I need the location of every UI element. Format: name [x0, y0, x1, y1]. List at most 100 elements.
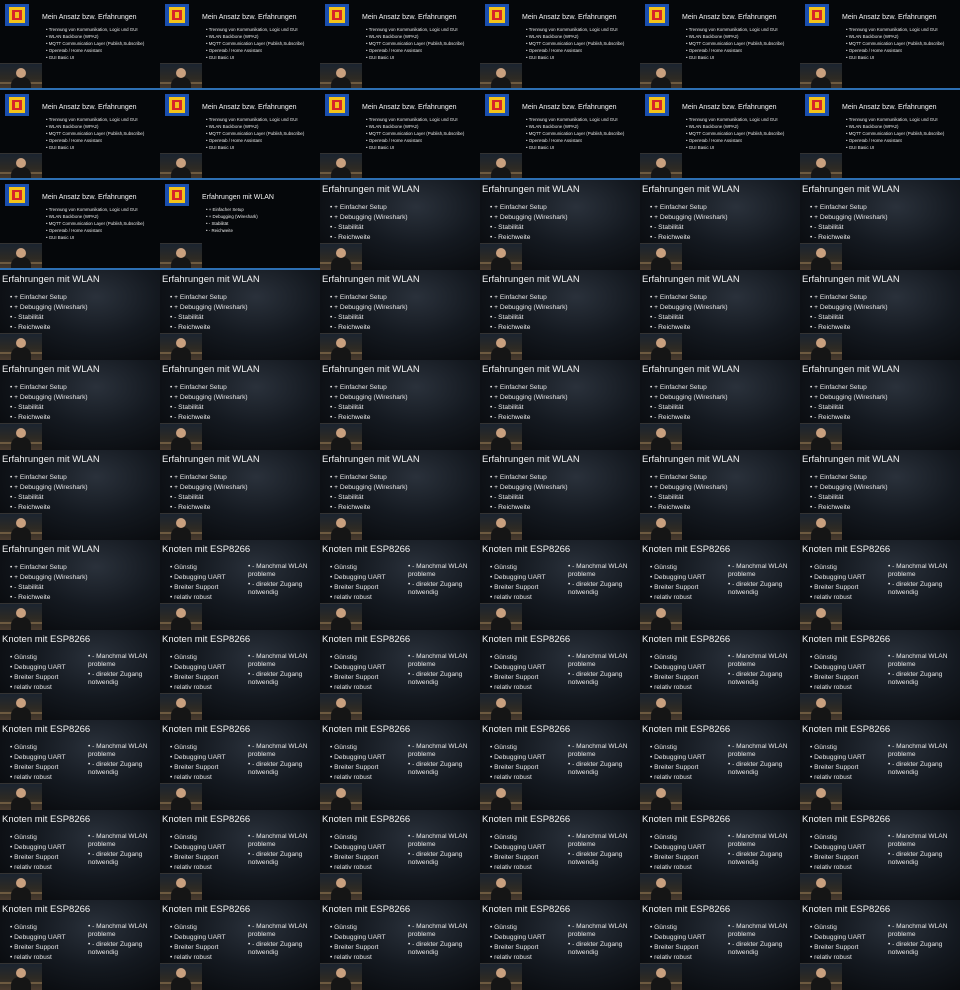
bullet-item: + Debugging (Wireshark) — [490, 213, 567, 223]
frame-thumbnail[interactable]: Knoten mit ESP8266 GünstigDebugging UARTB… — [640, 540, 800, 630]
frame-thumbnail[interactable]: Erfahrungen mit WLAN + Einfacher Setup+ D… — [800, 270, 960, 360]
bullet-item: - Stabilität — [10, 313, 88, 323]
frame-thumbnail[interactable]: Knoten mit ESP8266 GünstigDebugging UARTB… — [160, 630, 320, 720]
presenter-body — [331, 437, 351, 450]
frame-thumbnail[interactable]: Knoten mit ESP8266 GünstigDebugging UARTB… — [800, 720, 960, 810]
slide-title: Erfahrungen mit WLAN — [482, 454, 580, 465]
frame-thumbnail[interactable]: Knoten mit ESP8266 GünstigDebugging UARTB… — [160, 810, 320, 900]
slide-title: Knoten mit ESP8266 — [322, 634, 411, 645]
frame-thumbnail[interactable]: Erfahrungen mit WLAN + Einfacher Setup+ D… — [320, 180, 480, 270]
frame-thumbnail[interactable]: Erfahrungen mit WLAN + Einfacher Setup+ D… — [320, 450, 480, 540]
bullet-item: relativ robust — [170, 773, 226, 783]
frame-thumbnail[interactable]: Mein Ansatz bzw. Erfahrungen Trennung von… — [0, 0, 160, 90]
bullet-list-right: - Manchmal WLAN probleme - direkter Zugan… — [248, 743, 318, 779]
frame-thumbnail[interactable]: Erfahrungen mit WLAN + Einfacher Setup+ D… — [800, 450, 960, 540]
frame-thumbnail[interactable]: Knoten mit ESP8266 GünstigDebugging UARTB… — [480, 540, 640, 630]
frame-thumbnail[interactable]: Mein Ansatz bzw. Erfahrungen Trennung von… — [160, 0, 320, 90]
frame-thumbnail[interactable]: Erfahrungen mit WLAN + Einfacher Setup+ D… — [0, 360, 160, 450]
frame-thumbnail[interactable]: Knoten mit ESP8266 GünstigDebugging UARTB… — [320, 630, 480, 720]
frame-thumbnail[interactable]: Erfahrungen mit WLAN + Einfacher Setup+ D… — [480, 180, 640, 270]
frame-thumbnail[interactable]: Erfahrungen mit WLAN + Einfacher Setup+ D… — [0, 450, 160, 540]
frame-thumbnail[interactable]: Knoten mit ESP8266 GünstigDebugging UARTB… — [640, 810, 800, 900]
frame-thumbnail[interactable]: Erfahrungen mit WLAN + Einfacher Setup+ D… — [320, 360, 480, 450]
frame-thumbnail[interactable]: Erfahrungen mit WLAN + Einfacher Setup+ D… — [160, 270, 320, 360]
frame-thumbnail[interactable]: Knoten mit ESP8266 GünstigDebugging UARTB… — [480, 630, 640, 720]
frame-thumbnail[interactable]: Knoten mit ESP8266 GünstigDebugging UARTB… — [320, 720, 480, 810]
frame-thumbnail[interactable]: Mein Ansatz bzw. Erfahrungen Trennung von… — [480, 90, 640, 180]
frame-thumbnail[interactable]: Mein Ansatz bzw. Erfahrungen Trennung von… — [800, 0, 960, 90]
bullet-item: relativ robust — [810, 953, 866, 963]
frame-thumbnail[interactable]: Knoten mit ESP8266 GünstigDebugging UARTB… — [640, 720, 800, 810]
frame-thumbnail[interactable]: Knoten mit ESP8266 GünstigDebugging UARTB… — [160, 900, 320, 990]
bullet-item: - direkter Zugang notwendig — [88, 761, 158, 777]
frame-thumbnail[interactable]: Mein Ansatz bzw. Erfahrungen Trennung von… — [0, 90, 160, 180]
bullet-item: + Einfacher Setup — [170, 383, 248, 393]
frame-thumbnail[interactable]: Erfahrungen mit WLAN + Einfacher Setup+ D… — [480, 360, 640, 450]
presenter-body — [11, 707, 31, 720]
frame-thumbnail[interactable]: Knoten mit ESP8266 GünstigDebugging UARTB… — [800, 810, 960, 900]
frame-thumbnail[interactable]: Knoten mit ESP8266 GünstigDebugging UARTB… — [0, 900, 160, 990]
bullet-item: + Debugging (Wireshark) — [490, 303, 567, 313]
bullet-list-right: - Manchmal WLAN probleme - direkter Zugan… — [408, 923, 478, 959]
frame-thumbnail[interactable]: Knoten mit ESP8266 GünstigDebugging UARTB… — [800, 540, 960, 630]
frame-thumbnail[interactable]: Knoten mit ESP8266 GünstigDebugging UARTB… — [640, 630, 800, 720]
frame-thumbnail[interactable]: Erfahrungen mit WLAN + Einfacher Setup+ D… — [160, 180, 320, 270]
frame-thumbnail[interactable]: Knoten mit ESP8266 GünstigDebugging UARTB… — [320, 900, 480, 990]
frame-thumbnail[interactable]: Knoten mit ESP8266 GünstigDebugging UARTB… — [0, 720, 160, 810]
frame-thumbnail[interactable]: Knoten mit ESP8266 GünstigDebugging UARTB… — [0, 630, 160, 720]
frame-thumbnail[interactable]: Erfahrungen mit WLAN + Einfacher Setup+ D… — [160, 360, 320, 450]
bullet-list-left: GünstigDebugging UARTBreiter Supportrela… — [650, 563, 706, 603]
presenter-head — [656, 968, 666, 978]
frame-thumbnail[interactable]: Erfahrungen mit WLAN + Einfacher Setup+ D… — [0, 270, 160, 360]
webcam-overlay — [0, 873, 42, 900]
frame-thumbnail[interactable]: Erfahrungen mit WLAN + Einfacher Setup+ D… — [480, 450, 640, 540]
frame-thumbnail[interactable]: Knoten mit ESP8266 GünstigDebugging UARTB… — [480, 720, 640, 810]
frame-thumbnail[interactable]: Erfahrungen mit WLAN + Einfacher Setup+ D… — [160, 450, 320, 540]
slide-title: Knoten mit ESP8266 — [642, 634, 731, 645]
frame-thumbnail[interactable]: Knoten mit ESP8266 GünstigDebugging UARTB… — [320, 810, 480, 900]
frame-thumbnail[interactable]: Erfahrungen mit WLAN + Einfacher Setup+ D… — [640, 360, 800, 450]
frame-thumbnail[interactable]: Erfahrungen mit WLAN + Einfacher Setup+ D… — [640, 270, 800, 360]
frame-thumbnail[interactable]: Mein Ansatz bzw. Erfahrungen Trennung von… — [640, 0, 800, 90]
bullet-list-right: - Manchmal WLAN probleme - direkter Zugan… — [88, 833, 158, 869]
frame-thumbnail[interactable]: Erfahrungen mit WLAN + Einfacher Setup+ D… — [800, 180, 960, 270]
frame-thumbnail[interactable]: Mein Ansatz bzw. Erfahrungen Trennung von… — [640, 90, 800, 180]
frame-thumbnail[interactable]: Mein Ansatz bzw. Erfahrungen Trennung von… — [0, 180, 160, 270]
frame-thumbnail[interactable]: Knoten mit ESP8266 GünstigDebugging UARTB… — [800, 900, 960, 990]
frame-thumbnail[interactable]: Erfahrungen mit WLAN + Einfacher Setup+ D… — [0, 540, 160, 630]
frame-thumbnail[interactable]: Knoten mit ESP8266 GünstigDebugging UARTB… — [160, 540, 320, 630]
bullet-item: Breiter Support — [810, 763, 866, 773]
frame-thumbnail[interactable]: Erfahrungen mit WLAN + Einfacher Setup+ D… — [800, 360, 960, 450]
bullet-item: Günstig — [810, 833, 866, 843]
webcam-overlay — [640, 63, 682, 90]
frame-thumbnail[interactable]: Erfahrungen mit WLAN + Einfacher Setup+ D… — [640, 180, 800, 270]
frame-thumbnail[interactable]: Erfahrungen mit WLAN + Einfacher Setup+ D… — [480, 270, 640, 360]
presenter-body — [491, 617, 511, 630]
bullet-item: - direkter Zugang notwendig — [888, 851, 958, 867]
frame-thumbnail[interactable]: Erfahrungen mit WLAN + Einfacher Setup+ D… — [640, 450, 800, 540]
bullet-list-left: GünstigDebugging UARTBreiter Supportrela… — [330, 833, 386, 873]
webcam-overlay — [160, 513, 202, 540]
presenter-head — [176, 698, 186, 708]
frame-thumbnail[interactable]: Mein Ansatz bzw. Erfahrungen Trennung von… — [160, 90, 320, 180]
frame-thumbnail[interactable]: Knoten mit ESP8266 GünstigDebugging UARTB… — [0, 810, 160, 900]
frame-thumbnail[interactable]: Knoten mit ESP8266 GünstigDebugging UARTB… — [160, 720, 320, 810]
frame-thumbnail[interactable]: Mein Ansatz bzw. Erfahrungen Trennung von… — [800, 90, 960, 180]
presenter-body — [811, 437, 831, 450]
frame-thumbnail[interactable]: Mein Ansatz bzw. Erfahrungen Trennung von… — [320, 0, 480, 90]
frame-thumbnail[interactable]: Erfahrungen mit WLAN + Einfacher Setup+ D… — [320, 270, 480, 360]
frame-thumbnail[interactable]: Knoten mit ESP8266 GünstigDebugging UARTB… — [640, 900, 800, 990]
bullet-item: - direkter Zugang notwendig — [728, 761, 798, 777]
frame-thumbnail[interactable]: Knoten mit ESP8266 GünstigDebugging UARTB… — [800, 630, 960, 720]
frame-thumbnail[interactable]: Knoten mit ESP8266 GünstigDebugging UARTB… — [480, 810, 640, 900]
webcam-overlay — [800, 963, 842, 990]
bullet-item: WLAN Backbone (WPA2) — [526, 123, 624, 130]
presenter-head — [176, 878, 186, 888]
frame-thumbnail[interactable]: Knoten mit ESP8266 GünstigDebugging UARTB… — [480, 900, 640, 990]
frame-thumbnail[interactable]: Mein Ansatz bzw. Erfahrungen Trennung von… — [320, 90, 480, 180]
frame-thumbnail[interactable]: Knoten mit ESP8266 GünstigDebugging UARTB… — [320, 540, 480, 630]
presenter-head — [816, 68, 826, 78]
frame-thumbnail[interactable]: Mein Ansatz bzw. Erfahrungen Trennung von… — [480, 0, 640, 90]
webcam-overlay — [800, 333, 842, 360]
bullet-item: + Debugging (Wireshark) — [330, 213, 407, 223]
